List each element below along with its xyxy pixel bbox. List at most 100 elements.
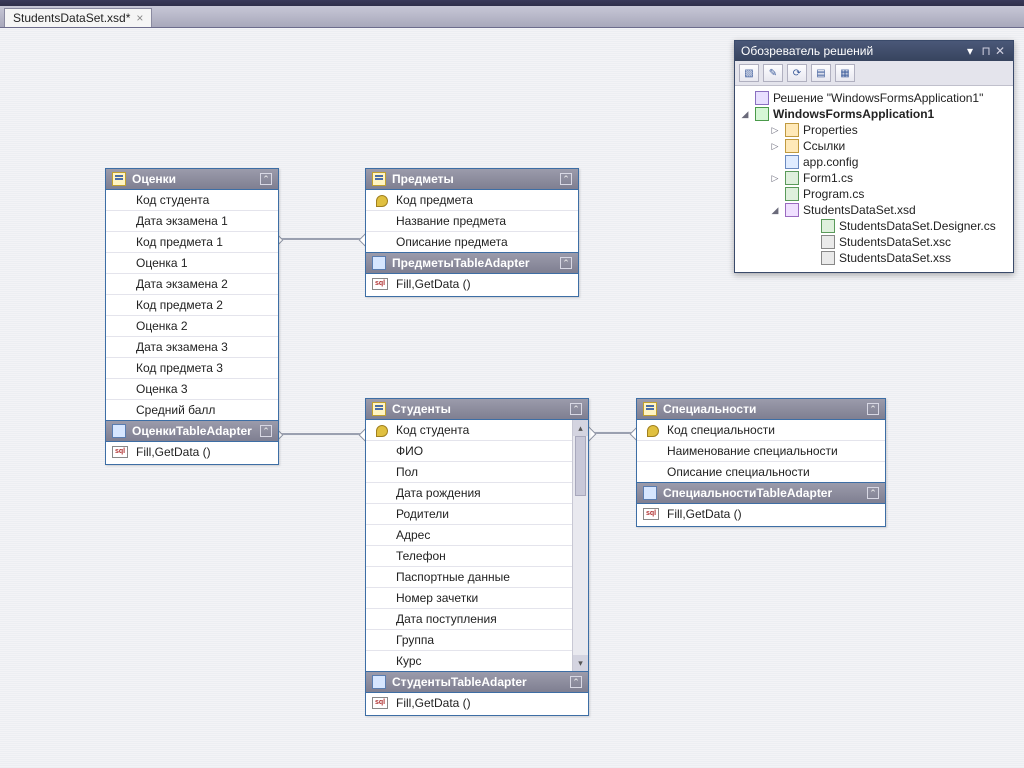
collapse-icon[interactable]: ⌃ <box>570 403 582 415</box>
field[interactable]: Код предмета 2 <box>106 294 278 315</box>
tree-node[interactable]: app.config <box>737 154 1011 170</box>
expand-icon[interactable]: ◢ <box>769 205 781 216</box>
field[interactable]: Дата поступления <box>366 608 572 629</box>
solution-tree[interactable]: Решение "WindowsFormsApplication1"◢Windo… <box>735 86 1013 272</box>
entity-title: Студенты <box>392 402 564 416</box>
adapter-header[interactable]: СпециальностиTableAdapter ⌃ <box>637 482 885 504</box>
toolbar-button[interactable]: ▤ <box>811 64 831 82</box>
fold-icon <box>785 123 799 137</box>
entity-fields: Код студента Дата экзамена 1 Код предмет… <box>106 190 278 420</box>
entity-header[interactable]: Оценки ⌃ <box>106 169 278 190</box>
adapter-method[interactable]: sql Fill,GetData () <box>366 693 588 715</box>
field[interactable]: Описание предмета <box>366 231 578 252</box>
tree-node-label: Form1.cs <box>803 171 853 185</box>
toolbar-button[interactable]: ▧ <box>739 64 759 82</box>
scroll-down-icon[interactable]: ▾ <box>573 655 588 671</box>
entity-spec[interactable]: Специальности ⌃ Код специальности Наимен… <box>636 398 886 527</box>
field[interactable]: Код предмета <box>366 190 578 210</box>
adapter-header[interactable]: СтудентыTableAdapter ⌃ <box>366 671 588 693</box>
collapse-icon[interactable]: ⌃ <box>560 257 572 269</box>
refresh-button[interactable]: ⟳ <box>787 64 807 82</box>
tree-node[interactable]: ▷Properties <box>737 122 1011 138</box>
field[interactable]: Родители <box>366 503 572 524</box>
field[interactable]: Дата экзамена 1 <box>106 210 278 231</box>
sql-icon: sql <box>372 697 388 709</box>
toolbar-button[interactable]: ✎ <box>763 64 783 82</box>
field[interactable]: Курс <box>366 650 572 671</box>
expand-icon[interactable]: ◢ <box>739 109 751 120</box>
collapse-icon[interactable]: ⌃ <box>560 173 572 185</box>
scroll-up-icon[interactable]: ▴ <box>573 420 588 436</box>
field[interactable]: Код студента <box>366 420 572 440</box>
collapse-icon[interactable]: ⌃ <box>260 425 272 437</box>
tree-node[interactable]: ◢StudentsDataSet.xsd <box>737 202 1011 218</box>
entity-ocenki[interactable]: Оценки ⌃ Код студента Дата экзамена 1 Ко… <box>105 168 279 465</box>
scroll-thumb[interactable] <box>575 436 586 496</box>
panel-titlebar[interactable]: Обозреватель решений ▾ ⊓ ✕ <box>735 41 1013 61</box>
field[interactable]: Код предмета 1 <box>106 231 278 252</box>
tree-node[interactable]: StudentsDataSet.xss <box>737 250 1011 266</box>
entity-header[interactable]: Специальности ⌃ <box>637 399 885 420</box>
tree-node[interactable]: ▷Ссылки <box>737 138 1011 154</box>
field[interactable]: Пол <box>366 461 572 482</box>
field[interactable]: Телефон <box>366 545 572 566</box>
field[interactable]: Оценка 1 <box>106 252 278 273</box>
tree-node[interactable]: ▷ Form1.cs <box>737 170 1011 186</box>
relation-connector[interactable] <box>588 432 638 434</box>
panel-title: Обозреватель решений <box>741 44 967 58</box>
collapse-icon[interactable]: ⌃ <box>260 173 272 185</box>
relation-connector[interactable] <box>275 238 367 240</box>
field[interactable]: Дата экзамена 3 <box>106 336 278 357</box>
solution-explorer-panel[interactable]: Обозреватель решений ▾ ⊓ ✕ ▧ ✎ ⟳ ▤ ▦ Реш… <box>734 40 1014 273</box>
field[interactable]: Код предмета 3 <box>106 357 278 378</box>
document-tab[interactable]: StudentsDataSet.xsd* × <box>4 8 152 27</box>
field[interactable]: Дата рождения <box>366 482 572 503</box>
field[interactable]: Оценка 3 <box>106 378 278 399</box>
expand-icon[interactable]: ▷ <box>769 173 781 184</box>
sql-icon: sql <box>643 508 659 520</box>
expand-icon[interactable]: ▷ <box>769 141 781 152</box>
entity-studenty[interactable]: Студенты ⌃ Код студента ФИО Пол Дата рож… <box>365 398 589 716</box>
tree-node[interactable]: StudentsDataSet.xsc <box>737 234 1011 250</box>
field[interactable]: Дата экзамена 2 <box>106 273 278 294</box>
toolbar-button[interactable]: ▦ <box>835 64 855 82</box>
field[interactable]: Описание специальности <box>637 461 885 482</box>
collapse-icon[interactable]: ⌃ <box>867 403 879 415</box>
scrollbar[interactable]: ▴ ▾ <box>572 420 588 671</box>
entity-predmety[interactable]: Предметы ⌃ Код предмета Название предмет… <box>365 168 579 297</box>
tree-node[interactable]: ◢WindowsFormsApplication1 <box>737 106 1011 122</box>
tree-node[interactable]: StudentsDataSet.Designer.cs <box>737 218 1011 234</box>
dropdown-icon[interactable]: ▾ <box>967 44 973 58</box>
field[interactable]: Оценка 2 <box>106 315 278 336</box>
table-icon <box>112 172 126 186</box>
adapter-method[interactable]: sql Fill,GetData () <box>106 442 278 464</box>
field[interactable]: Паспортные данные <box>366 566 572 587</box>
field[interactable]: Адрес <box>366 524 572 545</box>
adapter-method[interactable]: sql Fill,GetData () <box>366 274 578 296</box>
pin-icon[interactable]: ⊓ <box>979 44 993 58</box>
field[interactable]: ФИО <box>366 440 572 461</box>
field[interactable]: Название предмета <box>366 210 578 231</box>
collapse-icon[interactable]: ⌃ <box>867 487 879 499</box>
proj-icon <box>755 107 769 121</box>
relation-connector[interactable] <box>275 433 367 435</box>
field[interactable]: Группа <box>366 629 572 650</box>
field[interactable]: Код специальности <box>637 420 885 440</box>
close-icon[interactable]: × <box>136 11 143 25</box>
field[interactable]: Код студента <box>106 190 278 210</box>
adapter-title: ОценкиTableAdapter <box>132 424 254 438</box>
field[interactable]: Средний балл <box>106 399 278 420</box>
adapter-method[interactable]: sql Fill,GetData () <box>637 504 885 526</box>
entity-header[interactable]: Студенты ⌃ <box>366 399 588 420</box>
collapse-icon[interactable]: ⌃ <box>570 676 582 688</box>
entity-header[interactable]: Предметы ⌃ <box>366 169 578 190</box>
field[interactable]: Наименование специальности <box>637 440 885 461</box>
adapter-header[interactable]: ПредметыTableAdapter ⌃ <box>366 252 578 274</box>
field[interactable]: Номер зачетки <box>366 587 572 608</box>
tree-node[interactable]: Program.cs <box>737 186 1011 202</box>
tree-node[interactable]: Решение "WindowsFormsApplication1" <box>737 90 1011 106</box>
close-icon[interactable]: ✕ <box>993 44 1007 58</box>
adapter-header[interactable]: ОценкиTableAdapter ⌃ <box>106 420 278 442</box>
expand-icon[interactable]: ▷ <box>769 125 781 136</box>
adapter-icon <box>372 675 386 689</box>
